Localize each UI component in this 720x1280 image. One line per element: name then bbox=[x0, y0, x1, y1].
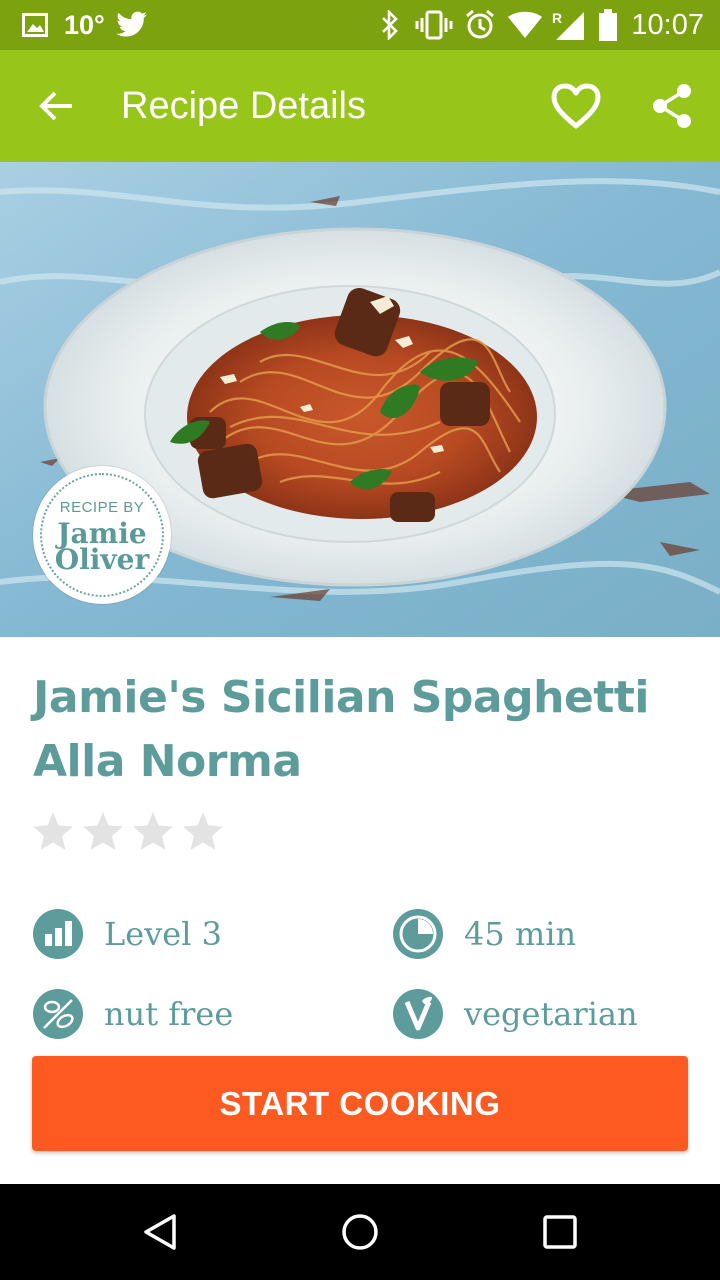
heart-icon bbox=[551, 83, 601, 129]
bluetooth-icon bbox=[380, 9, 400, 41]
status-bar: 10° R 10:07 bbox=[0, 0, 720, 50]
star-icon[interactable] bbox=[132, 810, 174, 852]
wifi-icon bbox=[507, 9, 543, 41]
star-icon[interactable] bbox=[32, 810, 74, 852]
nav-recents-icon bbox=[543, 1215, 577, 1249]
nut-free-label: nut free bbox=[104, 995, 234, 1033]
nut-free-icon bbox=[33, 989, 83, 1039]
back-button[interactable] bbox=[26, 76, 86, 136]
twitter-icon bbox=[116, 9, 148, 41]
app-bar: Recipe Details bbox=[0, 50, 720, 162]
badge-name-last: Oliver bbox=[54, 543, 150, 576]
recipe-by-badge: RECIPE BY Jamie Oliver bbox=[33, 466, 171, 604]
nav-back-icon bbox=[144, 1214, 176, 1250]
star-icon[interactable] bbox=[82, 810, 124, 852]
page-title: Recipe Details bbox=[121, 85, 366, 127]
back-arrow-icon bbox=[39, 91, 72, 121]
share-icon bbox=[653, 84, 691, 128]
clock-text: 10:07 bbox=[631, 9, 704, 41]
nav-back-button[interactable] bbox=[136, 1208, 184, 1256]
badge-caption: RECIPE BY bbox=[59, 499, 145, 516]
battery-icon bbox=[598, 9, 618, 41]
alarm-icon bbox=[464, 9, 496, 41]
nav-home-button[interactable] bbox=[336, 1208, 384, 1256]
temperature-text: 10° bbox=[64, 10, 105, 40]
clock-icon bbox=[393, 909, 443, 959]
time-label: 45 min bbox=[464, 915, 577, 953]
vibrate-icon bbox=[414, 9, 454, 41]
vegetarian-label: vegetarian bbox=[464, 995, 638, 1033]
nut-free-attribute: nut free bbox=[32, 988, 233, 1040]
difficulty-level-icon bbox=[33, 909, 83, 959]
system-nav-bar bbox=[0, 1184, 720, 1280]
nav-recents-button[interactable] bbox=[536, 1208, 584, 1256]
difficulty-label: Level 3 bbox=[104, 915, 222, 953]
start-cooking-button[interactable]: START COOKING bbox=[32, 1056, 688, 1151]
rating-stars[interactable] bbox=[32, 810, 224, 852]
nav-home-icon bbox=[342, 1214, 378, 1250]
svg-text:R: R bbox=[552, 10, 562, 26]
vegetarian-attribute: vegetarian bbox=[392, 988, 638, 1040]
share-button[interactable] bbox=[640, 74, 704, 138]
star-icon[interactable] bbox=[182, 810, 224, 852]
vegetarian-icon bbox=[393, 989, 443, 1039]
recipe-title: Jamie's Sicilian Spaghetti Alla Norma bbox=[33, 672, 649, 787]
cell-signal-icon: R bbox=[547, 9, 585, 41]
favorite-button[interactable] bbox=[544, 74, 608, 138]
difficulty-attribute: Level 3 bbox=[32, 908, 222, 960]
time-attribute: 45 min bbox=[392, 908, 576, 960]
gallery-notification-icon bbox=[22, 9, 48, 41]
